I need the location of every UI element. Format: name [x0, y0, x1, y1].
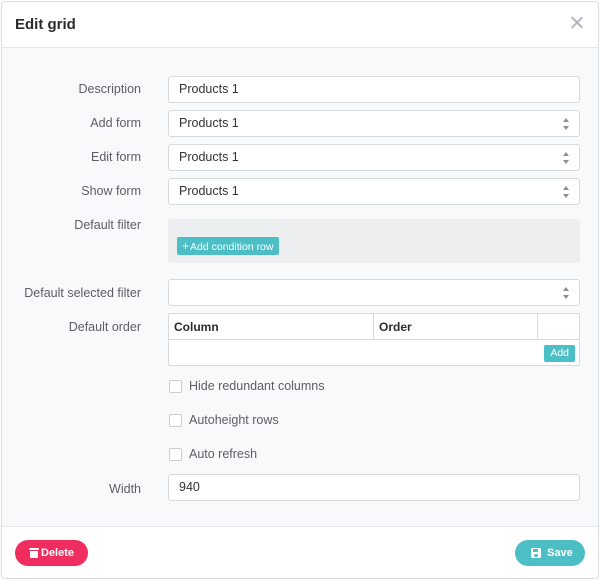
- description-input[interactable]: Products 1: [168, 76, 580, 103]
- delete-label: Delete: [41, 547, 75, 559]
- save-label: Save: [547, 547, 573, 559]
- column-header: Column: [169, 314, 374, 340]
- edit-form-value: Products 1: [179, 150, 239, 164]
- add-condition-row-button[interactable]: +Add condition row: [177, 237, 280, 255]
- plus-icon: +: [182, 239, 190, 253]
- dialog-title: Edit grid: [15, 16, 76, 33]
- description-label: Description: [78, 82, 141, 96]
- edit-form-label: Edit form: [90, 150, 141, 164]
- width-value: 940: [179, 480, 200, 494]
- edit-form-select[interactable]: Products 1: [168, 144, 580, 171]
- close-icon[interactable]: [568, 14, 586, 32]
- dialog-header: Edit grid: [2, 2, 598, 48]
- order-header: Order: [374, 314, 538, 340]
- trash-icon: [29, 548, 39, 558]
- auto-refresh-checkbox[interactable]: [169, 448, 182, 461]
- autoheight-rows-label: Autoheight rows: [189, 413, 279, 427]
- show-form-value: Products 1: [179, 184, 239, 198]
- default-selected-filter-select[interactable]: [168, 279, 580, 306]
- delete-button[interactable]: Delete: [15, 540, 88, 566]
- dialog-footer: Delete Save: [2, 526, 598, 578]
- save-button[interactable]: Save: [515, 540, 585, 566]
- select-arrows-icon: [563, 152, 570, 164]
- autoheight-rows-checkbox[interactable]: [169, 414, 182, 427]
- width-label: Width: [109, 482, 141, 496]
- hide-redundant-columns-label: Hide redundant columns: [189, 379, 325, 393]
- default-filter-label: Default filter: [74, 218, 141, 232]
- hide-redundant-columns-checkbox[interactable]: [169, 380, 182, 393]
- filter-conditions-box: +Add condition row: [168, 219, 580, 263]
- default-selected-filter-label: Default selected filter: [24, 286, 141, 300]
- show-form-label: Show form: [81, 184, 141, 198]
- edit-grid-dialog: Edit grid Description Products 1 Add for…: [1, 1, 599, 579]
- select-arrows-icon: [563, 118, 570, 130]
- auto-refresh-label: Auto refresh: [189, 447, 258, 461]
- select-arrows-icon: [563, 287, 570, 299]
- add-condition-row-label: Add condition row: [190, 241, 274, 253]
- default-order-label: Default order: [68, 320, 141, 334]
- width-input[interactable]: 940: [168, 474, 580, 501]
- select-arrows-icon: [563, 186, 570, 198]
- default-order-table: Column Order Add: [168, 313, 580, 366]
- description-value: Products 1: [179, 82, 239, 96]
- add-form-label: Add form: [90, 116, 141, 130]
- save-icon: [531, 548, 541, 558]
- order-table-header: Column Order: [169, 314, 579, 340]
- add-order-button[interactable]: Add: [544, 345, 575, 362]
- add-form-select[interactable]: Products 1: [168, 110, 580, 137]
- show-form-select[interactable]: Products 1: [168, 178, 580, 205]
- add-form-value: Products 1: [179, 116, 239, 130]
